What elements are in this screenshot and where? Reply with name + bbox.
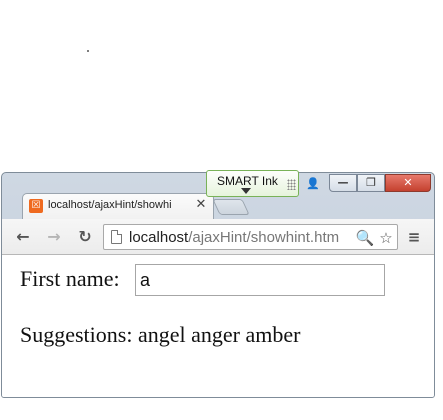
suggestions-text: Suggestions: angel anger amber xyxy=(20,322,301,347)
bookmark-star-icon[interactable]: ☆ xyxy=(376,228,396,248)
page-icon xyxy=(111,230,122,244)
tab-close-icon[interactable]: ✕ xyxy=(194,197,208,213)
minimize-button[interactable]: — xyxy=(329,174,357,192)
smart-ink-label: SMART Ink xyxy=(217,174,278,188)
first-name-label: First name: xyxy=(20,266,120,291)
profile-icon[interactable]: 👤 xyxy=(304,176,322,192)
new-tab-button[interactable] xyxy=(212,199,250,215)
page-content: First name: Suggestions: angel anger amb… xyxy=(2,255,434,397)
first-name-input[interactable] xyxy=(135,264,385,296)
maximize-button[interactable]: ❐ xyxy=(357,174,385,192)
browser-menu-button[interactable]: ≡ xyxy=(404,227,424,247)
stray-dot xyxy=(87,50,89,52)
address-bar[interactable]: localhost/ajaxHint/showhint.htm 🔍 ☆ xyxy=(103,224,398,250)
dropdown-arrow-icon[interactable] xyxy=(241,188,251,194)
smart-ink-widget[interactable]: SMART Ink xyxy=(206,170,299,197)
browser-tab[interactable]: ☒ localhost/ajaxHint/showhi ✕ xyxy=(22,193,214,219)
window-controls: — ❐ ✕ xyxy=(329,174,431,192)
forward-button[interactable]: → xyxy=(44,227,64,247)
url-text[interactable]: localhost/ajaxHint/showhint.htm xyxy=(129,228,355,248)
browser-toolbar: ← → ↻ localhost/ajaxHint/showhint.htm 🔍 … xyxy=(2,219,434,255)
tab-title: localhost/ajaxHint/showhi xyxy=(48,199,172,211)
url-host: localhost xyxy=(129,229,189,246)
xampp-favicon-icon: ☒ xyxy=(29,199,43,213)
close-window-button[interactable]: ✕ xyxy=(385,174,431,192)
back-button[interactable]: ← xyxy=(13,227,33,247)
reload-button[interactable]: ↻ xyxy=(75,227,95,247)
zoom-icon[interactable]: 🔍 xyxy=(355,228,375,248)
drag-grip-icon[interactable] xyxy=(287,179,296,190)
browser-window: ☒ localhost/ajaxHint/showhi ✕ 👤 — ❐ ✕ ← … xyxy=(1,172,435,398)
url-path: /ajaxHint/showhint.htm xyxy=(188,229,340,246)
